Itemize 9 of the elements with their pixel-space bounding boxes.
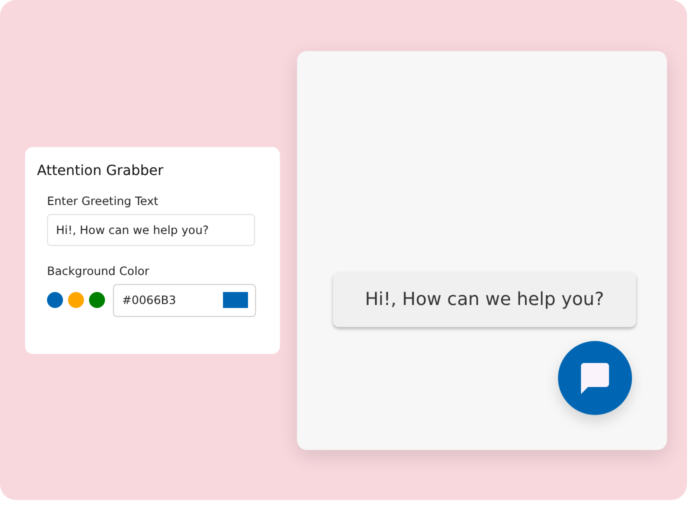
- field-label: Background Color: [46, 264, 150, 278]
- card-title: Attention Grabber: [37, 162, 164, 178]
- color-swatch[interactable]: [47, 292, 63, 308]
- color-swatch[interactable]: [68, 292, 84, 308]
- greeting-input[interactable]: Hi!, How can we help you?: [47, 214, 255, 246]
- color-swatch[interactable]: [89, 292, 105, 308]
- field-label: Enter Greeting Text: [46, 194, 160, 208]
- greeting-bubble: Hi!, How can we help you?: [333, 272, 636, 326]
- color-input[interactable]: #0066B3: [113, 284, 256, 316]
